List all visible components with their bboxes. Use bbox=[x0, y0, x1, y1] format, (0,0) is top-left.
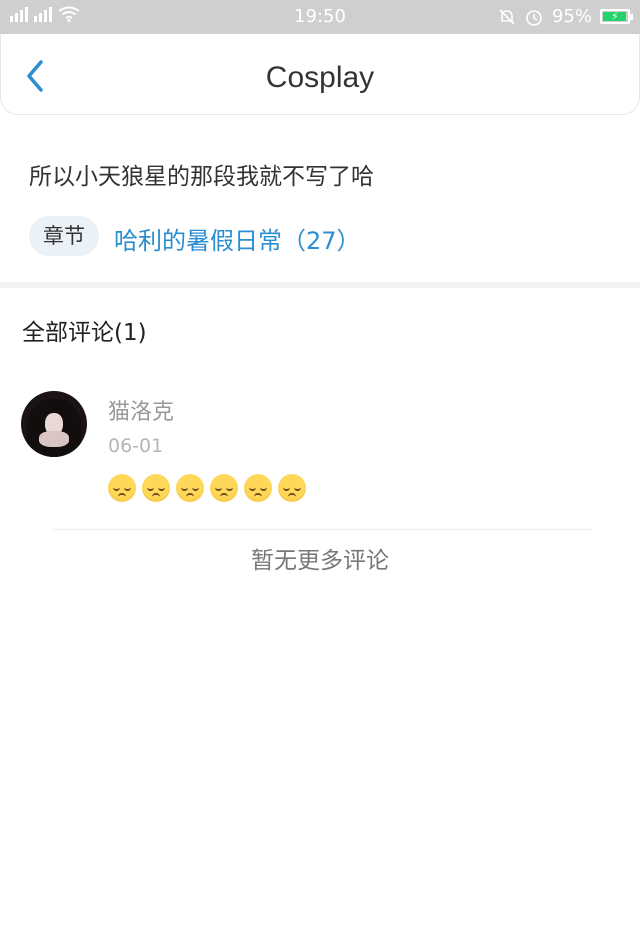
section-divider bbox=[0, 282, 640, 288]
comment-divider bbox=[52, 529, 592, 530]
battery-icon: ⚡ bbox=[600, 9, 633, 24]
pensive-face-emoji bbox=[176, 474, 204, 502]
chapter-link[interactable]: 哈利的暑假日常（27） bbox=[114, 221, 361, 256]
nav-bar: Cosplay bbox=[0, 34, 640, 115]
comment-date: 06-01 bbox=[108, 435, 164, 457]
alarm-icon bbox=[526, 9, 542, 26]
mute-icon bbox=[499, 8, 515, 25]
post-text: 所以小天狼星的那段我就不写了哈 bbox=[29, 164, 374, 190]
pensive-face-emoji bbox=[244, 474, 272, 502]
avatar[interactable] bbox=[21, 391, 87, 457]
comments-header: 全部评论(1) bbox=[22, 320, 147, 346]
status-right: 95% ⚡ bbox=[498, 6, 633, 27]
pensive-face-emoji bbox=[142, 474, 170, 502]
comment-body bbox=[108, 474, 306, 502]
pensive-face-emoji bbox=[210, 474, 238, 502]
pensive-face-emoji bbox=[108, 474, 136, 502]
page-title: Cosplay bbox=[265, 61, 375, 94]
battery-percent: 95% bbox=[551, 6, 592, 27]
no-more-comments: 暂无更多评论 bbox=[251, 548, 389, 574]
status-bar: 19:50 95% ⚡ bbox=[0, 0, 640, 34]
comment-username[interactable]: 猫洛克 bbox=[108, 394, 174, 426]
chapter-tag: 章节 bbox=[29, 216, 99, 256]
pensive-face-emoji bbox=[278, 474, 306, 502]
